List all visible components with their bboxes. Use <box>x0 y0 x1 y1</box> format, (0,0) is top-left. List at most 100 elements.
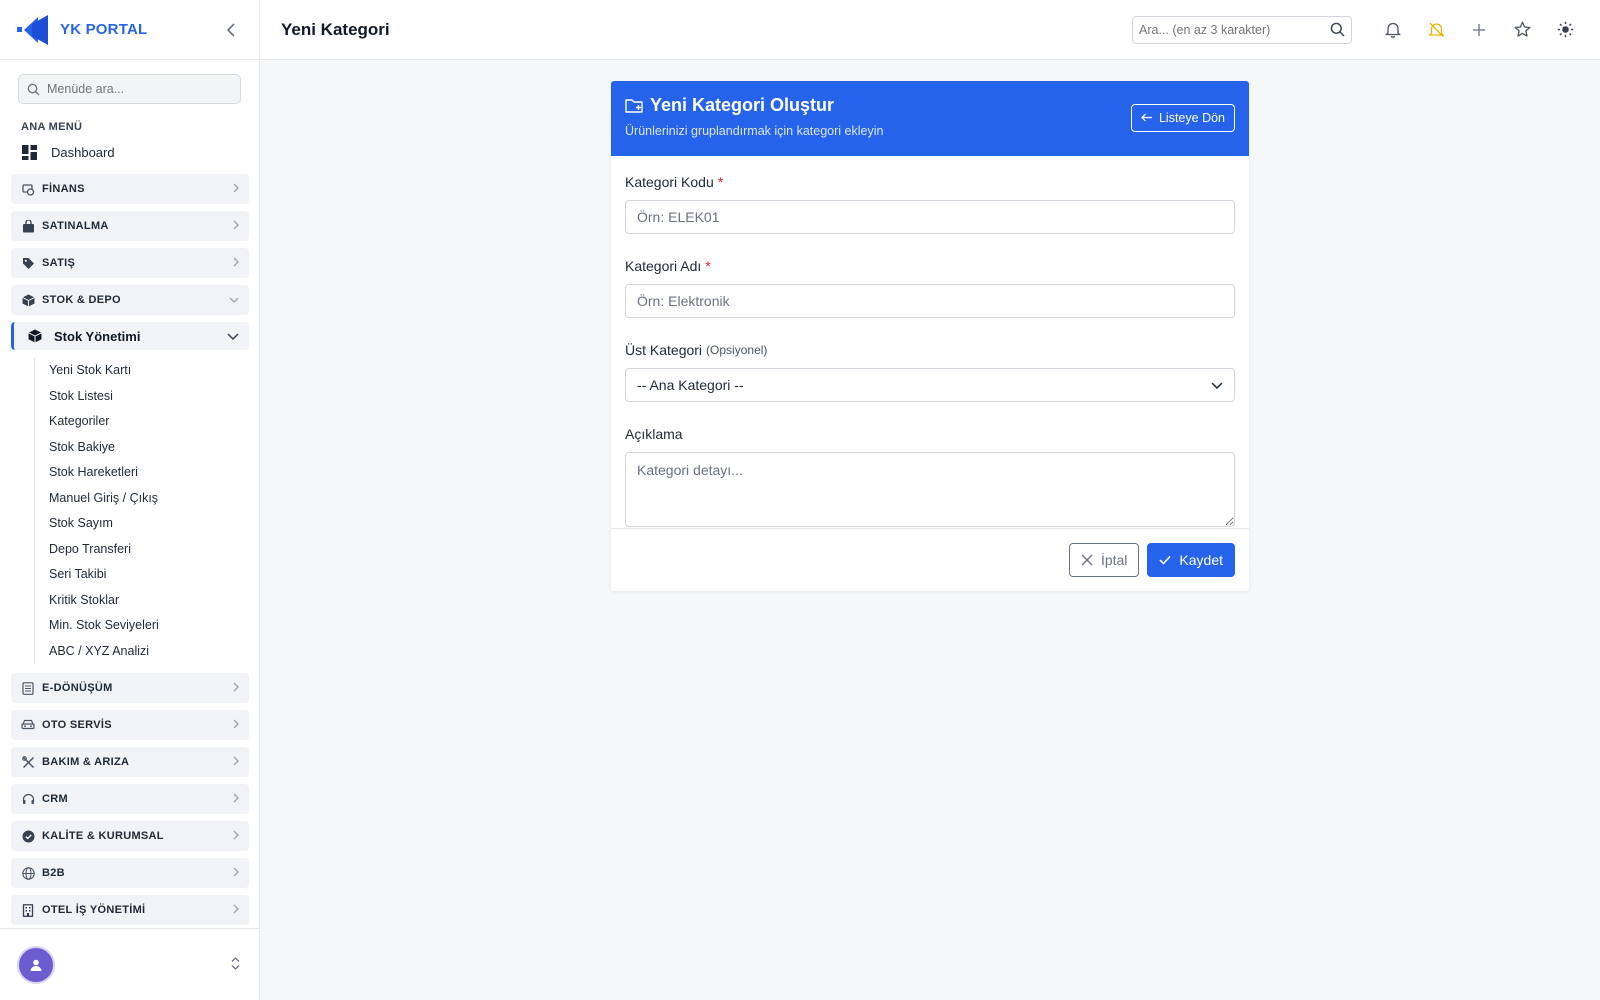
dashboard-label: Dashboard <box>51 144 115 160</box>
sidebar-item-stok-sayim[interactable]: Stok Sayım <box>49 511 249 537</box>
sidebar-item-kritik-stoklar[interactable]: Kritik Stoklar <box>49 588 249 614</box>
bell-off-icon[interactable] <box>1422 16 1450 44</box>
description-textarea[interactable] <box>625 452 1235 527</box>
sidebar-item-stok-bakiye[interactable]: Stok Bakiye <box>49 435 249 461</box>
box-icon <box>28 329 42 343</box>
sidebar-item-stok-hareketleri[interactable]: Stok Hareketleri <box>49 460 249 486</box>
chevron-right-icon <box>233 756 239 769</box>
menu-search-input[interactable] <box>47 82 227 96</box>
sidebar-group-otel-is-yonetimi[interactable]: OTEL İŞ YÖNETİMİ <box>11 895 249 925</box>
chevron-right-icon <box>233 682 239 695</box>
sidebar-group-e-donusum[interactable]: E-DÖNÜŞÜM <box>11 673 249 703</box>
parent-category-label-text: Üst Kategori <box>625 342 703 358</box>
global-search-input[interactable] <box>1139 22 1330 37</box>
globe-icon <box>21 866 35 880</box>
save-label: Kaydet <box>1179 552 1223 568</box>
sidebar-item-yeni-stok-karti[interactable]: Yeni Stok Kartı <box>49 358 249 384</box>
sidebar-subgroup-stok-yonetimi[interactable]: Stok Yönetimi <box>11 322 249 350</box>
new-category-card: Yeni Kategori Oluştur Ürünlerinizi grupl… <box>611 81 1249 591</box>
parent-category-label: Üst Kategori (Opsiyonel) <box>625 340 1235 360</box>
bag-icon <box>21 219 35 233</box>
chevron-right-icon <box>233 719 239 732</box>
group-label: STOK & DEPO <box>42 294 121 306</box>
card-footer: İptal Kaydet <box>611 528 1249 591</box>
close-icon <box>1081 554 1093 566</box>
back-to-list-button[interactable]: Listeye Dön <box>1130 104 1235 132</box>
sidebar-group-bakim-ariza[interactable]: BAKIM & ARIZA <box>11 747 249 777</box>
section-label: ANA MENÜ <box>21 121 83 133</box>
save-button[interactable]: Kaydet <box>1147 543 1235 577</box>
star-icon[interactable] <box>1508 16 1536 44</box>
optional-hint: (Opsiyonel) <box>706 343 768 357</box>
chevron-down-icon <box>1211 381 1223 389</box>
description-label: Açıklama <box>625 424 1235 444</box>
required-marker: * <box>705 258 711 274</box>
group-label: OTEL İŞ YÖNETİMİ <box>42 904 146 916</box>
chevron-right-icon <box>233 257 239 270</box>
category-code-label: Kategori Kodu * <box>625 172 1235 192</box>
sidebar: YK PORTAL ANA MENÜ Dashboard FİNANS S <box>0 0 260 1000</box>
menu-search[interactable] <box>18 74 241 104</box>
sidebar-group-stok-depo[interactable]: STOK & DEPO <box>11 285 249 315</box>
group-label: KALİTE & KURUMSAL <box>42 830 164 842</box>
building-icon <box>21 903 35 917</box>
search-icon <box>27 83 40 96</box>
stok-yonetimi-items: Yeni Stok Kartı Stok Listesi Kategoriler… <box>34 358 249 664</box>
sidebar-item-min-stok-seviyeleri[interactable]: Min. Stok Seviyeleri <box>49 613 249 639</box>
sidebar-item-dashboard[interactable]: Dashboard <box>22 139 259 165</box>
sidebar-item-stok-listesi[interactable]: Stok Listesi <box>49 384 249 410</box>
brand-logo-icon <box>17 14 48 45</box>
sun-icon[interactable] <box>1551 16 1579 44</box>
tools-icon <box>21 755 35 769</box>
arrow-left-icon <box>1141 111 1153 125</box>
sidebar-group-kalite-kurumsal[interactable]: KALİTE & KURUMSAL <box>11 821 249 851</box>
parent-category-select[interactable]: -- Ana Kategori -- <box>625 368 1235 402</box>
chevron-right-icon <box>233 904 239 917</box>
sidebar-group-b2b[interactable]: B2B <box>11 858 249 888</box>
chevron-right-icon <box>233 183 239 196</box>
group-label: FİNANS <box>42 183 85 195</box>
chevron-right-icon <box>233 830 239 843</box>
category-name-label-text: Kategori Adı <box>625 258 702 274</box>
group-label: BAKIM & ARIZA <box>42 756 130 768</box>
sidebar-item-manuel-giris-cikis[interactable]: Manuel Giriş / Çıkış <box>49 486 249 512</box>
bell-icon[interactable] <box>1379 16 1407 44</box>
sidebar-group-finans[interactable]: FİNANS <box>11 174 249 204</box>
sidebar-item-kategoriler[interactable]: Kategoriler <box>49 409 249 435</box>
badge-check-icon <box>21 829 35 843</box>
sidebar-group-crm[interactable]: CRM <box>11 784 249 814</box>
group-label: E-DÖNÜŞÜM <box>42 682 113 694</box>
group-label: SATINALMA <box>42 220 109 232</box>
sidebar-groups: FİNANS SATINALMA SATIŞ STOK & DEPO Stok … <box>11 174 249 932</box>
sidebar-item-abc-xyz-analizi[interactable]: ABC / XYZ Analizi <box>49 639 249 665</box>
folder-plus-icon <box>625 98 644 114</box>
plus-icon[interactable] <box>1465 16 1493 44</box>
dashboard-icon <box>22 144 37 160</box>
sidebar-item-depo-transferi[interactable]: Depo Transferi <box>49 537 249 563</box>
category-code-label-text: Kategori Kodu <box>625 174 714 190</box>
brand: YK PORTAL <box>0 0 259 60</box>
avatar[interactable] <box>19 947 53 982</box>
sidebar-group-oto-servis[interactable]: OTO SERVİS <box>11 710 249 740</box>
chevron-right-icon <box>233 793 239 806</box>
search-icon[interactable] <box>1330 22 1345 37</box>
collapse-sidebar-icon[interactable] <box>219 18 243 42</box>
global-search[interactable] <box>1132 15 1352 44</box>
group-label: CRM <box>42 793 68 805</box>
expand-collapse-icon[interactable] <box>231 956 240 973</box>
chevron-right-icon <box>233 867 239 880</box>
document-icon <box>21 681 35 695</box>
parent-category-value: -- Ana Kategori -- <box>637 377 744 393</box>
sidebar-group-satinalma[interactable]: SATINALMA <box>11 211 249 241</box>
category-code-input[interactable] <box>625 200 1235 234</box>
card-body: Kategori Kodu * Kategori Adı * Üst Kateg… <box>611 156 1249 532</box>
group-label: OTO SERVİS <box>42 719 112 731</box>
sidebar-item-seri-takibi[interactable]: Seri Takibi <box>49 562 249 588</box>
cancel-button[interactable]: İptal <box>1068 543 1140 577</box>
category-name-input[interactable] <box>625 284 1235 318</box>
cancel-label: İptal <box>1100 552 1128 568</box>
sidebar-group-satis[interactable]: SATIŞ <box>11 248 249 278</box>
description-label-text: Açıklama <box>625 426 683 442</box>
brand-name: YK PORTAL <box>60 21 148 38</box>
category-name-label: Kategori Adı * <box>625 256 1235 276</box>
